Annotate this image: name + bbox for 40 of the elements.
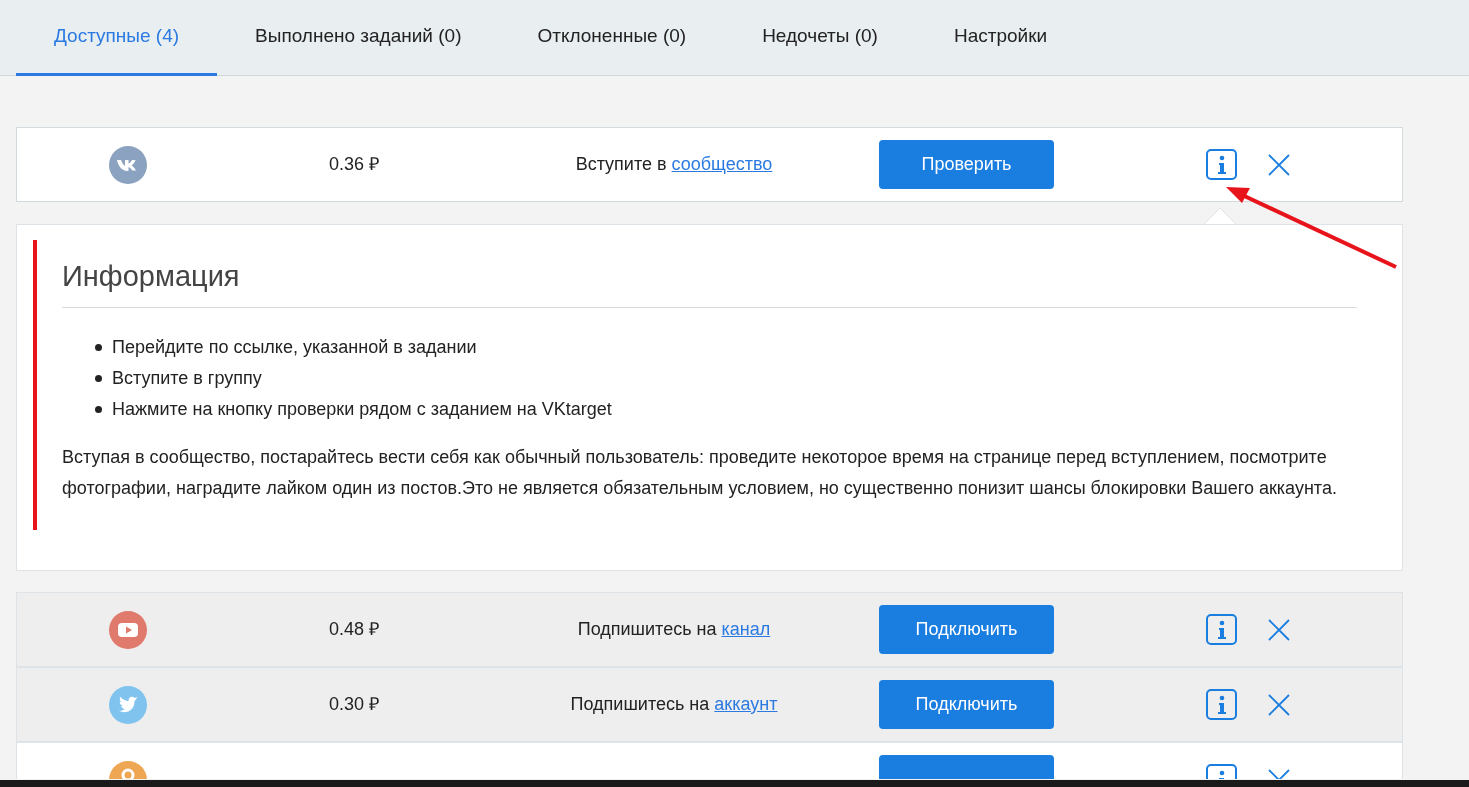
tab[interactable]: Выполнено заданий (0)	[217, 0, 500, 76]
info-icon	[1216, 154, 1227, 175]
vk-logo-icon	[109, 145, 147, 184]
close-icon	[1268, 618, 1290, 641]
close-icon	[1268, 693, 1290, 716]
info-icon	[1216, 619, 1227, 640]
task-description: Подпишитесь на канал	[577, 618, 771, 641]
tab[interactable]: Настройки	[915, 0, 1086, 76]
info-button[interactable]	[1206, 614, 1237, 645]
close-icon	[1268, 153, 1290, 176]
info-note: Вступая в сообщество, постарайтесь вести себя как обычный пользователь: проведите некоторое время на странице перед вступлением, посмотрите фотографии, наградите лайком один из постов.Это не является обязательным условием, но существенно понизит шансы блокировки Вашего аккаунта.	[62, 445, 1338, 500]
task-link[interactable]: канал	[721, 619, 771, 639]
bird-logo-icon	[109, 685, 147, 724]
info-button[interactable]	[1206, 149, 1237, 180]
task-description: Подпишитесь на аккаунт	[570, 693, 778, 716]
task-link[interactable]: аккаунт	[714, 694, 778, 714]
close-button[interactable]	[1267, 152, 1291, 177]
task-link[interactable]: сообщество	[671, 154, 773, 174]
play-logo-icon	[109, 610, 147, 649]
info-button[interactable]	[1206, 689, 1237, 720]
bullet-icon	[95, 405, 102, 413]
info-icon	[1216, 694, 1227, 715]
tab[interactable]: Недочеты (0)	[724, 0, 916, 76]
close-button[interactable]	[1267, 617, 1291, 642]
info-title: Информация	[62, 255, 1357, 308]
task-button[interactable]: Подключить	[879, 605, 1054, 654]
bullet-icon	[95, 343, 102, 351]
bullet-icon	[95, 374, 102, 382]
task-price: 0.48 ₽	[328, 618, 379, 641]
info-step: Перейдите по ссылке, указанной в задании	[112, 331, 477, 363]
task-button[interactable]: Подключить	[879, 680, 1054, 729]
close-button[interactable]	[1267, 692, 1291, 717]
task-price: 0.36 ₽	[328, 153, 379, 176]
task-button[interactable]: Проверить	[879, 140, 1054, 189]
info-step: Нажмите на кнопку проверки рядом с заданием на VKtarget	[112, 393, 612, 425]
tab[interactable]: Отклоненные (0)	[499, 0, 725, 76]
tab[interactable]: Доступные (4)	[16, 0, 218, 76]
task-price: 0.30 ₽	[328, 693, 379, 716]
task-description: Вступите в сообщество	[575, 153, 773, 176]
info-step: Вступите в группу	[112, 362, 262, 394]
